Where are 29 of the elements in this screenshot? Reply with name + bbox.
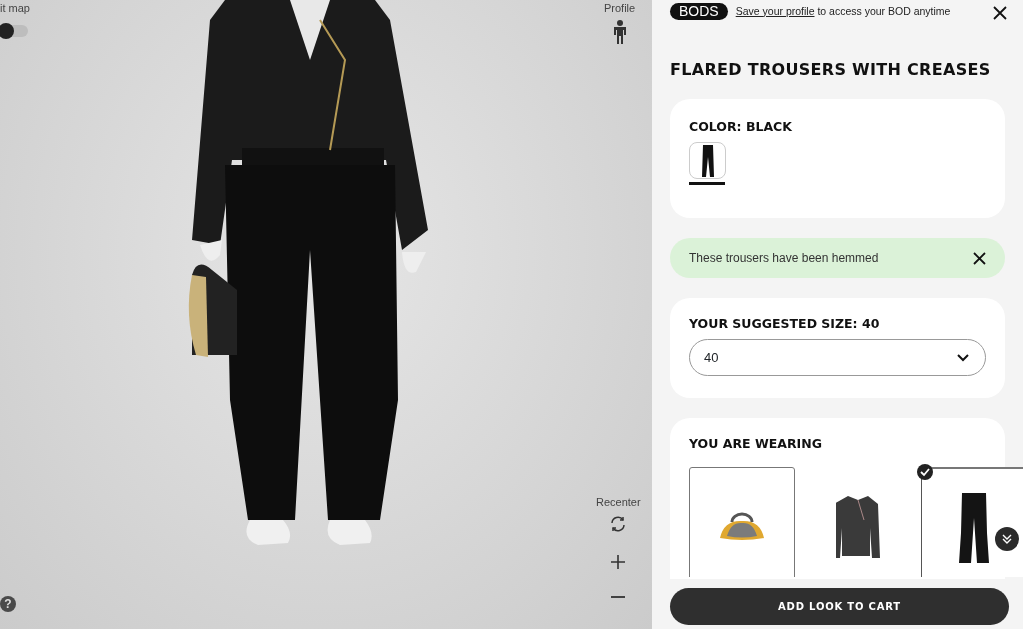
jacket-drawing <box>836 494 880 561</box>
double-chevron-icon <box>1002 534 1012 545</box>
chevron-down-icon <box>957 353 969 362</box>
zoom-in-icon[interactable] <box>611 554 626 569</box>
fit-map-toggle[interactable] <box>0 24 28 37</box>
product-title: FLARED TROUSERS WITH CREASES <box>670 60 992 80</box>
size-select[interactable]: 40 <box>689 339 986 377</box>
wearing-label: YOU ARE WEARING <box>689 436 823 452</box>
zoom-out-icon[interactable] <box>611 594 626 599</box>
close-icon[interactable] <box>993 6 1007 20</box>
hemmed-message: These trousers have been hemmed <box>689 250 879 268</box>
check-icon <box>917 464 933 481</box>
trousers-drawing <box>959 492 989 563</box>
profile-label: Profile <box>604 1 636 16</box>
close-icon[interactable] <box>973 251 986 265</box>
handbag-drawing <box>719 512 765 543</box>
outfit-item[interactable] <box>921 467 1023 578</box>
recenter-icon[interactable] <box>609 514 628 533</box>
size-label: YOUR SUGGESTED SIZE: 40 <box>689 316 881 332</box>
save-profile-notice: Save your profile to access your BOD anytime <box>735 3 951 19</box>
person-icon[interactable] <box>612 19 627 44</box>
color-label: COLOR: BLACK <box>689 119 793 135</box>
save-profile-link[interactable]: Save your profile <box>735 4 815 17</box>
help-button[interactable]: ? <box>0 596 16 612</box>
toggle-label: it map <box>0 1 30 16</box>
color-swatch[interactable] <box>689 142 726 180</box>
recenter-label: Recenter <box>596 495 641 510</box>
add-to-cart-button[interactable]: ADD LOOK TO CART <box>670 588 1009 625</box>
bods-label: BODS <box>670 3 728 20</box>
